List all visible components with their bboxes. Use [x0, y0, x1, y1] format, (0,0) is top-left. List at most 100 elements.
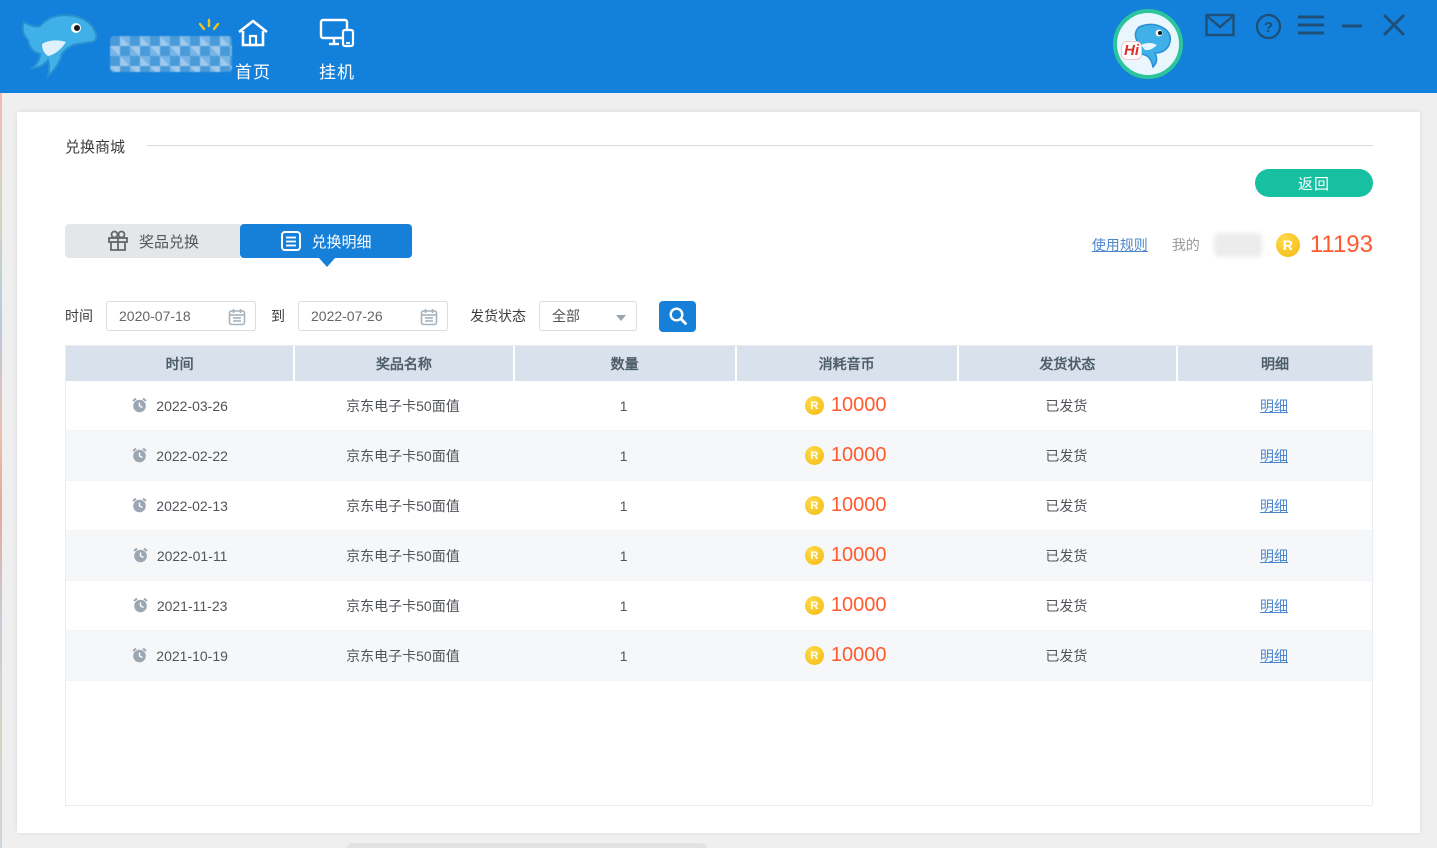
calendar-icon[interactable] — [228, 308, 246, 326]
row-ship-status: 已发货 — [1045, 546, 1087, 566]
col-header-cost: 消耗音币 — [735, 346, 957, 381]
main-panel: 兑换商城 返回 奖品兑换 兑换明细 使用 — [17, 112, 1420, 833]
chevron-down-icon — [616, 315, 626, 321]
table-row: 2022-01-11 京东电子卡50面值 1 R 10000 已发货 明细 — [66, 531, 1372, 581]
table-row: 2022-02-13 京东电子卡50面值 1 R 10000 已发货 明细 — [66, 481, 1372, 531]
date-to-box — [298, 301, 448, 331]
exchange-table: 时间 奖品名称 数量 消耗音币 发货状态 明细 2022-03-26 京东电子卡… — [65, 345, 1373, 806]
blurred-username — [1214, 233, 1262, 257]
close-icon[interactable] — [1382, 13, 1406, 37]
ship-status-select[interactable]: 全部 — [539, 301, 637, 331]
row-detail-link[interactable]: 明细 — [1260, 446, 1288, 466]
filter-bar: 时间 到 发 — [65, 300, 696, 332]
row-detail-link[interactable]: 明细 — [1260, 546, 1288, 566]
calendar-icon[interactable] — [420, 308, 438, 326]
row-cost: 10000 — [831, 544, 887, 567]
nav-hangup[interactable]: 挂机 — [302, 18, 372, 83]
row-cost: 10000 — [831, 394, 887, 417]
row-cost: 10000 — [831, 444, 887, 467]
menu-icon[interactable] — [1297, 13, 1325, 37]
nav-home[interactable]: 首页 — [218, 18, 288, 83]
coin-balance: 11193 — [1310, 231, 1373, 259]
row-quantity: 1 — [620, 498, 628, 514]
tab-exchange-detail-label: 兑换明细 — [311, 231, 371, 252]
row-cost: 10000 — [831, 644, 887, 667]
row-prize-name: 京东电子卡50面值 — [346, 596, 460, 616]
date-from-box — [106, 301, 256, 331]
active-tab-caret — [319, 258, 335, 267]
row-detail-link[interactable]: 明细 — [1260, 396, 1288, 416]
clock-icon — [131, 447, 148, 464]
coin-icon: R — [805, 546, 824, 565]
row-detail-link[interactable]: 明细 — [1260, 496, 1288, 516]
coin-icon: R — [805, 396, 824, 415]
row-ship-status: 已发货 — [1045, 446, 1087, 466]
desktop-edge-sliver — [0, 93, 2, 848]
blurred-app-name — [110, 36, 232, 72]
divider — [147, 145, 1373, 146]
home-icon — [236, 18, 270, 48]
page-title: 兑换商城 — [65, 136, 125, 157]
background-window-edge — [347, 843, 707, 848]
row-date: 2022-03-26 — [156, 398, 228, 414]
date-from-input[interactable] — [107, 302, 215, 330]
table-row: 2021-11-23 京东电子卡50面值 1 R 10000 已发货 明细 — [66, 581, 1372, 631]
back-button[interactable]: 返回 — [1255, 169, 1373, 197]
row-detail-link[interactable]: 明细 — [1260, 646, 1288, 666]
row-prize-name: 京东电子卡50面值 — [346, 396, 460, 416]
minimize-icon[interactable] — [1341, 14, 1363, 38]
clock-icon — [131, 397, 148, 414]
dolphin-logo-icon — [18, 10, 110, 86]
table-row: 2021-10-19 京东电子卡50面值 1 R 10000 已发货 明细 — [66, 631, 1372, 681]
nav-home-label: 首页 — [218, 58, 288, 83]
titlebar: 首页 挂机 Hi ? — [0, 0, 1437, 93]
usage-rules-link[interactable]: 使用规则 — [1092, 235, 1148, 255]
avatar[interactable]: Hi — [1113, 9, 1183, 79]
coin-icon: R — [805, 496, 824, 515]
gift-icon — [106, 229, 130, 253]
avatar-hi-bubble: Hi — [1121, 41, 1142, 60]
tab-prize-exchange[interactable]: 奖品兑换 — [65, 224, 240, 258]
row-prize-name: 京东电子卡50面值 — [346, 546, 460, 566]
coin-icon: R — [805, 596, 824, 615]
row-ship-status: 已发货 — [1045, 596, 1087, 616]
col-header-status: 发货状态 — [957, 346, 1176, 381]
table-row: 2022-02-22 京东电子卡50面值 1 R 10000 已发货 明细 — [66, 431, 1372, 481]
table-body: 2022-03-26 京东电子卡50面值 1 R 10000 已发货 明细 — [66, 381, 1372, 681]
my-label: 我的 — [1172, 235, 1200, 255]
row-date: 2022-02-22 — [156, 448, 228, 464]
search-button[interactable] — [659, 301, 696, 332]
tab-bar: 奖品兑换 兑换明细 — [65, 224, 412, 258]
row-quantity: 1 — [620, 548, 628, 564]
row-prize-name: 京东电子卡50面值 — [346, 646, 460, 666]
coin-icon: R — [805, 446, 824, 465]
row-cost: 10000 — [831, 494, 887, 517]
coin-icon: R — [805, 646, 824, 665]
search-icon — [668, 306, 688, 326]
row-quantity: 1 — [620, 448, 628, 464]
tab-prize-exchange-label: 奖品兑换 — [139, 231, 199, 252]
tab-exchange-detail[interactable]: 兑换明细 — [240, 224, 412, 258]
row-quantity: 1 — [620, 398, 628, 414]
mail-icon[interactable] — [1205, 13, 1235, 37]
list-icon — [280, 230, 302, 252]
help-icon[interactable]: ? — [1255, 13, 1282, 40]
date-to-input[interactable] — [299, 302, 407, 330]
row-date: 2022-01-11 — [157, 548, 228, 564]
ship-status-label: 发货状态 — [470, 306, 526, 326]
row-date: 2021-11-23 — [157, 598, 228, 614]
row-date: 2021-10-19 — [156, 648, 228, 664]
balance-area: 使用规则 我的 R 11193 — [1092, 230, 1373, 260]
row-cost: 10000 — [831, 594, 887, 617]
row-ship-status: 已发货 — [1045, 396, 1087, 416]
clock-icon — [131, 647, 148, 664]
clock-icon — [131, 497, 148, 514]
row-quantity: 1 — [620, 648, 628, 664]
row-prize-name: 京东电子卡50面值 — [346, 446, 460, 466]
ship-status-value: 全部 — [540, 306, 580, 326]
row-date: 2022-02-13 — [156, 498, 228, 514]
nav-hangup-label: 挂机 — [302, 58, 372, 83]
col-header-detail: 明细 — [1176, 346, 1372, 381]
time-filter-label: 时间 — [65, 306, 93, 326]
row-detail-link[interactable]: 明细 — [1260, 596, 1288, 616]
